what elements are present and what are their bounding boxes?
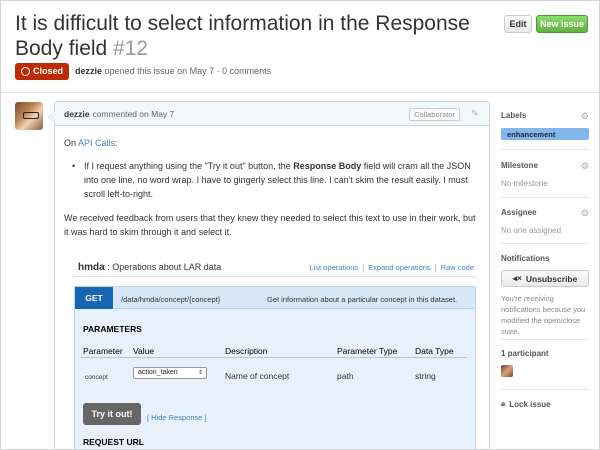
expand-operations-link[interactable]: Expand operations [368,261,431,275]
column-header: Parameter [83,346,123,356]
link-separator: | [362,263,365,272]
column-header: Parameter Type [337,346,398,356]
gear-icon[interactable]: ⚙ [581,111,589,122]
assignee-title: Assignee [501,208,537,217]
issue-title-text: It is difficult to select information in… [15,12,470,60]
param-name: concept [85,374,108,381]
operation-header[interactable]: GET /data/hmda/concept/{concept} Get inf… [75,287,475,309]
data-type: string [415,371,436,381]
issue-number: #12 [113,37,149,60]
unsubscribe-label: Unsubscribe [525,273,578,284]
new-issue-button[interactable]: New issue [536,15,588,33]
lock-section: 🔒︎ Lock issue [501,399,589,409]
api-name: hmda [78,262,105,273]
notifications-title: Notifications [501,254,550,263]
api-links: List operations | Expand operations | Ra… [309,261,474,275]
participant-avatar[interactable] [501,365,513,377]
lock-icon: 🔒︎ [501,399,506,408]
comment-paragraph: We received feedback from users that the… [64,213,476,237]
gear-icon[interactable]: ⚙ [581,161,589,172]
api-heading: hmda : Operations about LAR data [78,260,221,275]
pencil-icon[interactable]: ✎ [471,109,480,118]
list-item: • If I request anything using the "Try i… [64,159,480,201]
participants-section: 1 participant [501,349,589,377]
column-header: Description [225,346,268,356]
value-select[interactable]: action_taken ⇕ [133,367,207,379]
milestone-title: Milestone [501,161,538,170]
labels-title: Labels [501,111,527,120]
collaborator-badge: Collaborator [409,108,460,121]
opened-text: opened this issue on May 7 · 0 comments [104,66,272,76]
header-divider [1,92,599,93]
issue-meta-text: dezzie opened this issue on May 7 · 0 co… [75,66,271,76]
bullet-text: If I request anything using the "Try it … [84,159,480,201]
sidebar-divider [501,389,589,390]
sidebar-divider [501,149,589,150]
column-header: Value [133,346,155,356]
assignee-section: Assignee ⚙ No one assigned [501,208,589,235]
intro-suffix: : [115,138,118,148]
comment-box: dezzie commented on May 7 Collaborator ✎… [48,101,490,449]
notifications-reason: You're receiving notifications because y… [501,294,586,336]
params-title: PARAMETERS [83,324,142,334]
lock-label: Lock issue [509,399,551,409]
issue-title: It is difficult to select information in… [15,11,485,61]
operation-description: Get information about a particular conce… [267,295,458,304]
column-header: Data Type [415,346,454,356]
api-calls-link[interactable]: API Calls [78,138,115,148]
milestone-value: No milestone [501,179,548,188]
try-it-out-button[interactable]: Try it out! [83,403,141,425]
params-divider [81,357,467,358]
comment-header: dezzie commented on May 7 Collaborator ✎ [55,102,489,126]
link-separator: | [434,263,437,272]
select-arrow-icon: ⇕ [197,370,203,376]
http-method-badge: GET [75,287,113,309]
bullet-part1: If I request anything using the "Try it … [84,161,294,171]
comment-author[interactable]: dezzie [64,109,90,119]
state-label: Closed [33,66,64,76]
avatar[interactable] [15,102,43,130]
mute-icon: ◂× [512,273,522,283]
issue-page: It is difficult to select information in… [0,0,600,450]
label-enhancement[interactable]: enhancement [501,128,589,140]
bullet-bold: Response Body [293,161,362,171]
participants-title: 1 participant [501,349,549,358]
comment-intro: On API Calls: [64,136,480,150]
state-badge: Closed [15,62,70,80]
select-value: action_taken [138,369,178,376]
sidebar-divider [501,339,589,340]
comment-timestamp: commented on May 7 [92,108,175,119]
raw-code-link[interactable]: Raw code [441,261,474,275]
notifications-section: Notifications ◂× Unsubscribe You're rece… [501,254,589,337]
api-operation: GET /data/hmda/concept/{concept} Get inf… [74,286,476,449]
param-type: path [337,371,354,381]
sidebar-divider [501,197,589,198]
api-screenshot: hmda : Operations about LAR data List op… [64,248,482,449]
unsubscribe-button[interactable]: ◂× Unsubscribe [501,270,589,287]
issue-author[interactable]: dezzie [75,66,102,76]
request-url-label: REQUEST URL [83,437,144,447]
gear-icon[interactable]: ⚙ [581,208,589,219]
intro-prefix: On [64,138,79,148]
sidebar-divider [501,243,589,244]
bullet-icon: • [72,161,76,171]
operation-path: /data/hmda/concept/{concept} [121,295,221,304]
api-subtitle: : Operations about LAR data [107,262,222,272]
lock-issue-button[interactable]: 🔒︎ Lock issue [501,399,589,409]
param-description: Name of concept [225,371,290,381]
api-divider [74,276,476,277]
list-operations-link[interactable]: List operations [309,261,358,275]
closed-icon [21,66,30,76]
comment-body: On API Calls: • If I request anything us… [55,126,489,449]
hide-response-link[interactable]: [ Hide Response ] [147,411,207,425]
edit-button[interactable]: Edit [504,15,532,33]
labels-section: Labels ⚙ enhancement [501,111,589,140]
milestone-section: Milestone ⚙ No milestone [501,161,589,188]
issue-meta: Closed dezzie opened this issue on May 7… [15,62,271,80]
assignee-value: No one assigned [501,226,562,235]
